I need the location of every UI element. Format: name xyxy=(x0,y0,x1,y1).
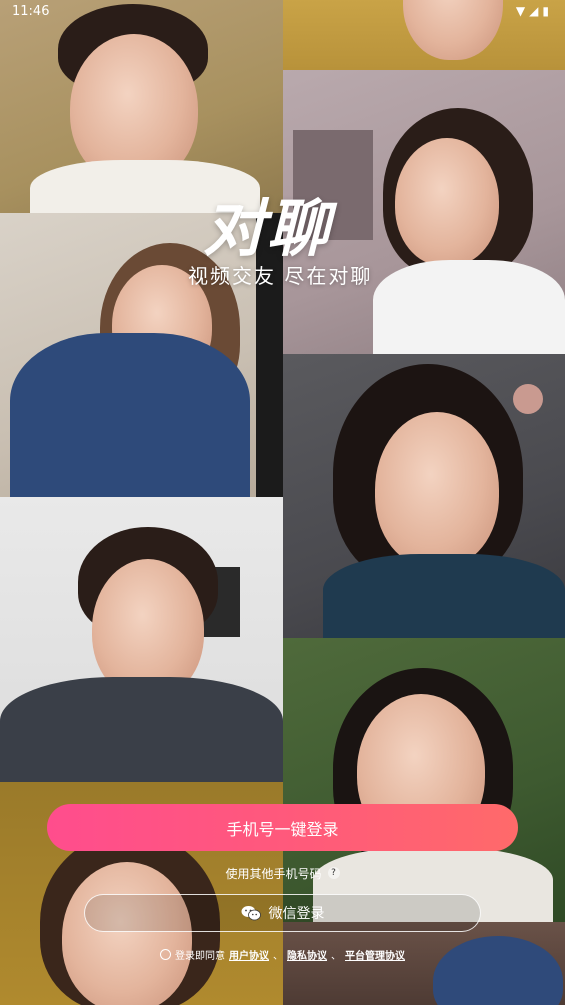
user-agreement-link[interactable]: 用户协议 xyxy=(229,947,269,962)
signal-icon: ◢ xyxy=(529,4,543,18)
phone-one-click-login-button[interactable]: 手机号一键登录 xyxy=(47,804,518,851)
help-icon[interactable]: ? xyxy=(327,867,340,879)
wechat-icon xyxy=(241,905,261,921)
wechat-login-button[interactable]: 微信登录 xyxy=(84,894,481,932)
wifi-icon: ▼ xyxy=(515,4,530,18)
agreement-separator: 、 xyxy=(331,950,341,962)
agreement-separator: 、 xyxy=(273,950,283,962)
status-time: 11:46 xyxy=(12,4,50,19)
login-screen: 11:46 ▼◢▮ 对聊 视频交友 尽在对聊 手机号一键登录 使用其他手机号码 … xyxy=(0,0,565,1005)
other-phone-label: 使用其他手机号码 xyxy=(225,866,322,881)
battery-icon: ▮ xyxy=(542,4,553,18)
app-title: 对聊 xyxy=(203,192,332,265)
agreement-checkbox[interactable] xyxy=(160,948,171,960)
profile-photo-3 xyxy=(0,497,283,782)
profile-photo-7 xyxy=(283,354,565,638)
wechat-login-label: 微信登录 xyxy=(268,906,325,922)
app-slogan: 视频交友 尽在对聊 xyxy=(188,264,373,288)
agreement-row: 登录即同意 用户协议 、 隐私协议 、 平台管理协议 xyxy=(0,946,565,962)
status-bar: 11:46 ▼◢▮ xyxy=(0,0,565,24)
agreement-prefix: 登录即同意 xyxy=(175,950,225,962)
profile-photo-9 xyxy=(283,922,565,1005)
platform-agreement-link[interactable]: 平台管理协议 xyxy=(345,947,405,962)
other-phone-login-link[interactable]: 使用其他手机号码 ? xyxy=(0,864,565,882)
privacy-agreement-link[interactable]: 隐私协议 xyxy=(287,947,327,962)
